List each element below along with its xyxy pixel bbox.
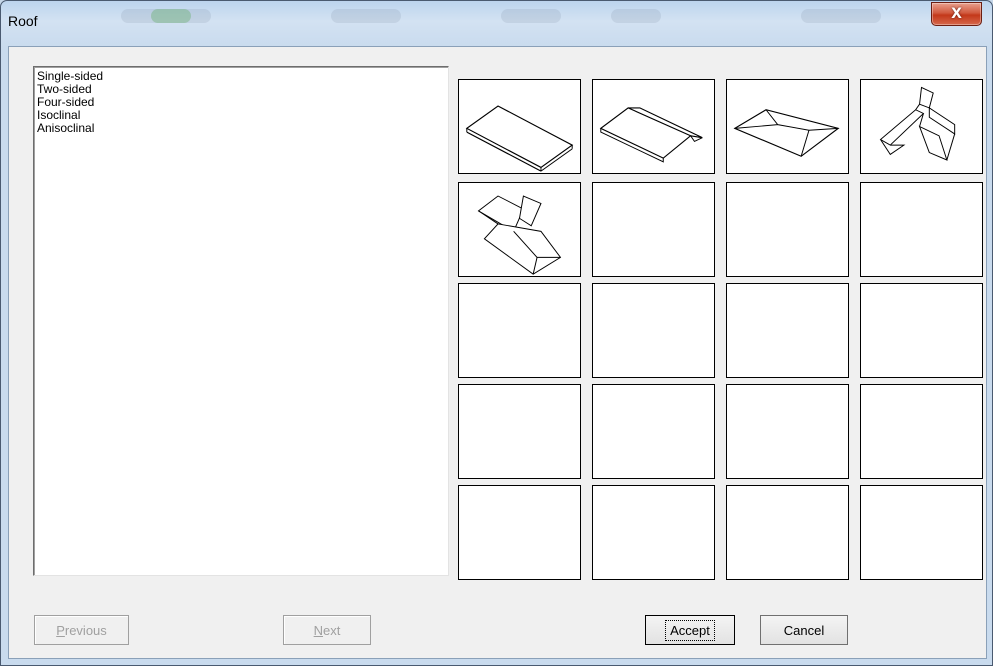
roof-dialog: Roof X Single-sided Two-sided Four-sided Is… bbox=[0, 0, 993, 666]
four-sided-roof-icon bbox=[733, 109, 840, 157]
list-item[interactable]: Single-sided bbox=[34, 70, 448, 83]
accept-button[interactable]: Accept bbox=[645, 615, 735, 645]
roof-type-tile[interactable] bbox=[726, 384, 849, 479]
roof-type-tile[interactable] bbox=[458, 79, 581, 174]
close-icon: X bbox=[951, 6, 962, 22]
list-item[interactable]: Four-sided bbox=[34, 96, 448, 109]
isoclinal-roof-icon bbox=[879, 86, 956, 161]
list-item[interactable]: Two-sided bbox=[34, 83, 448, 96]
roof-type-tile[interactable] bbox=[592, 79, 715, 174]
anisoclinal-roof-icon bbox=[477, 195, 562, 275]
roof-type-tile[interactable] bbox=[860, 182, 983, 277]
roof-type-tile[interactable] bbox=[860, 283, 983, 378]
previous-button[interactable]: Previous bbox=[34, 615, 129, 645]
roof-type-tile[interactable] bbox=[726, 283, 849, 378]
roof-type-tile[interactable] bbox=[592, 283, 715, 378]
background-blur bbox=[151, 9, 191, 23]
background-blur bbox=[611, 9, 661, 23]
roof-type-tile[interactable] bbox=[592, 182, 715, 277]
list-item[interactable]: Isoclinal bbox=[34, 109, 448, 122]
two-sided-roof-icon bbox=[599, 107, 703, 163]
next-button[interactable]: Next bbox=[283, 615, 371, 645]
roof-type-tile[interactable] bbox=[458, 485, 581, 580]
dialog-body: Single-sided Two-sided Four-sided Isoclinal… bbox=[8, 46, 987, 659]
window-title: Roof bbox=[8, 13, 38, 29]
roof-type-tile[interactable] bbox=[726, 79, 849, 174]
roof-type-tile[interactable] bbox=[458, 182, 581, 277]
background-blur bbox=[331, 9, 401, 23]
title-bar[interactable]: Roof X bbox=[1, 1, 992, 45]
roof-type-tile[interactable] bbox=[726, 182, 849, 277]
roof-type-tile[interactable] bbox=[592, 485, 715, 580]
roof-type-tile[interactable] bbox=[458, 384, 581, 479]
single-sided-roof-icon bbox=[465, 105, 574, 172]
list-item[interactable]: Anisoclinal bbox=[34, 122, 448, 135]
roof-type-tile[interactable] bbox=[860, 384, 983, 479]
roof-type-tile[interactable] bbox=[860, 485, 983, 580]
roof-type-list[interactable]: Single-sided Two-sided Four-sided Isoclinal… bbox=[33, 66, 449, 576]
cancel-button[interactable]: Cancel bbox=[760, 615, 848, 645]
roof-type-tile[interactable] bbox=[726, 485, 849, 580]
background-blur bbox=[501, 9, 561, 23]
background-blur bbox=[801, 9, 881, 23]
roof-type-tile[interactable] bbox=[860, 79, 983, 174]
roof-type-tile[interactable] bbox=[458, 283, 581, 378]
close-button[interactable]: X bbox=[931, 2, 982, 26]
roof-type-tile[interactable] bbox=[592, 384, 715, 479]
